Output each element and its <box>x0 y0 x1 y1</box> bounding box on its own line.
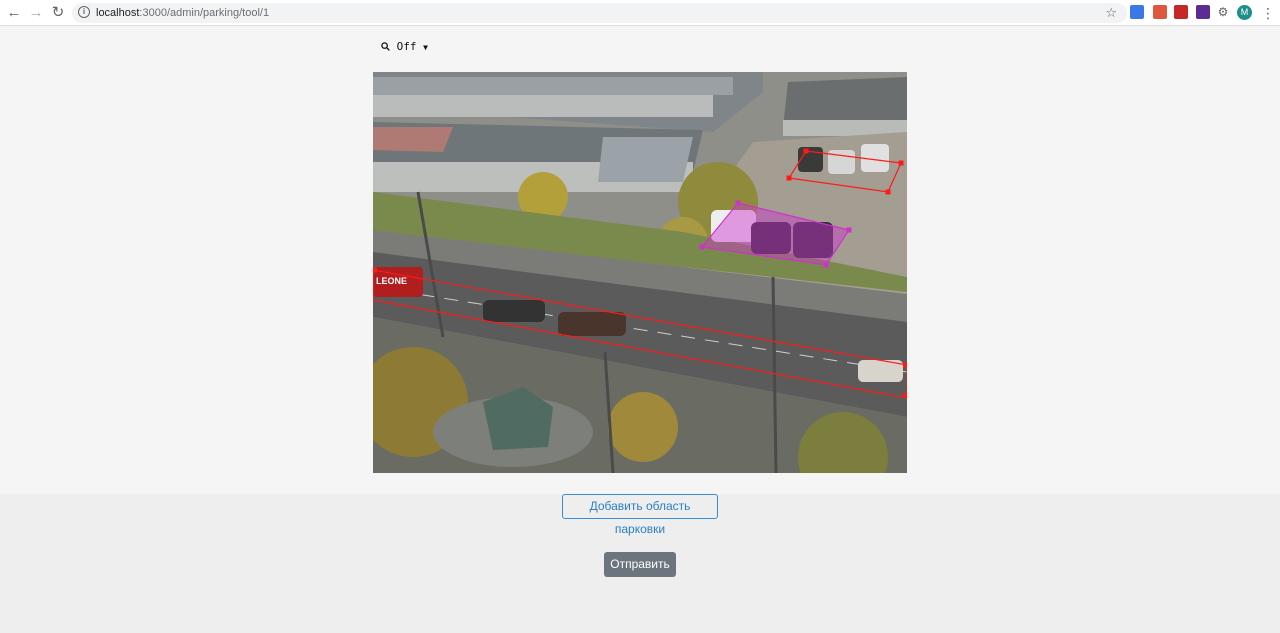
forward-arrow-icon[interactable]: → <box>26 3 46 23</box>
zoom-dropdown[interactable]: Off ▼ <box>381 40 428 53</box>
tree <box>608 392 678 462</box>
profile-avatar[interactable]: M <box>1237 5 1252 20</box>
camera-watermark: LEONE <box>376 276 407 286</box>
car <box>558 312 626 336</box>
car <box>483 300 545 322</box>
url-text[interactable]: localhost:3000/admin/parking/tool/1 <box>96 6 269 20</box>
extension-purple-icon[interactable] <box>1196 5 1210 19</box>
camera-frame[interactable]: LEONE <box>373 72 907 473</box>
zone-2-handle[interactable] <box>699 244 705 250</box>
parking-canvas[interactable]: LEONE <box>373 72 907 473</box>
translate-extension-icon[interactable] <box>1130 5 1144 19</box>
bookmark-star-icon[interactable]: ☆ <box>1105 5 1117 21</box>
zone-2-handle[interactable] <box>823 262 829 268</box>
browser-menu-icon[interactable]: ⋮ <box>1261 3 1275 23</box>
zone-3-handle[interactable] <box>373 267 377 273</box>
reload-icon[interactable]: ↻ <box>48 3 68 23</box>
magnifier-icon <box>381 42 390 51</box>
back-arrow-icon[interactable]: ← <box>4 3 24 23</box>
zone-1-handle[interactable] <box>786 175 792 181</box>
url-host: localhost <box>96 7 140 19</box>
red-roof <box>373 127 453 152</box>
car-lot <box>828 150 855 174</box>
extension-off-icon[interactable] <box>1153 5 1167 19</box>
zone-3-handle[interactable] <box>903 392 907 398</box>
url-path: :3000/admin/parking/tool/1 <box>139 7 270 19</box>
zone-2-handle[interactable] <box>735 200 741 206</box>
puzzle-extensions-icon[interactable]: ⚙ <box>1216 5 1230 19</box>
zone-1-handle[interactable] <box>898 160 904 166</box>
editor-workspace: Off ▼ LEONE <box>0 26 1280 494</box>
zone-2-handle[interactable] <box>846 227 852 233</box>
metal-garage <box>598 137 693 182</box>
zone-1-handle[interactable] <box>885 189 891 195</box>
browser-toolbar: ← → ↻ i localhost:3000/admin/parking/too… <box>0 0 1280 26</box>
garage-wall <box>373 95 713 117</box>
caret-down-icon: ▼ <box>423 43 428 52</box>
zone-1-handle[interactable] <box>803 148 809 154</box>
add-parking-area-button[interactable]: Добавить область парковки <box>562 494 718 536</box>
site-info-icon[interactable]: i <box>78 6 90 18</box>
extension-red-icon[interactable] <box>1174 5 1188 19</box>
zoom-value: Off <box>396 40 417 53</box>
zone-3-handle[interactable] <box>903 362 907 368</box>
submit-button[interactable]: Отправить <box>604 552 676 577</box>
address-bar[interactable]: i localhost:3000/admin/parking/tool/1 ☆ <box>72 3 1127 23</box>
car-lot <box>798 147 823 172</box>
garage-roof <box>373 77 733 95</box>
